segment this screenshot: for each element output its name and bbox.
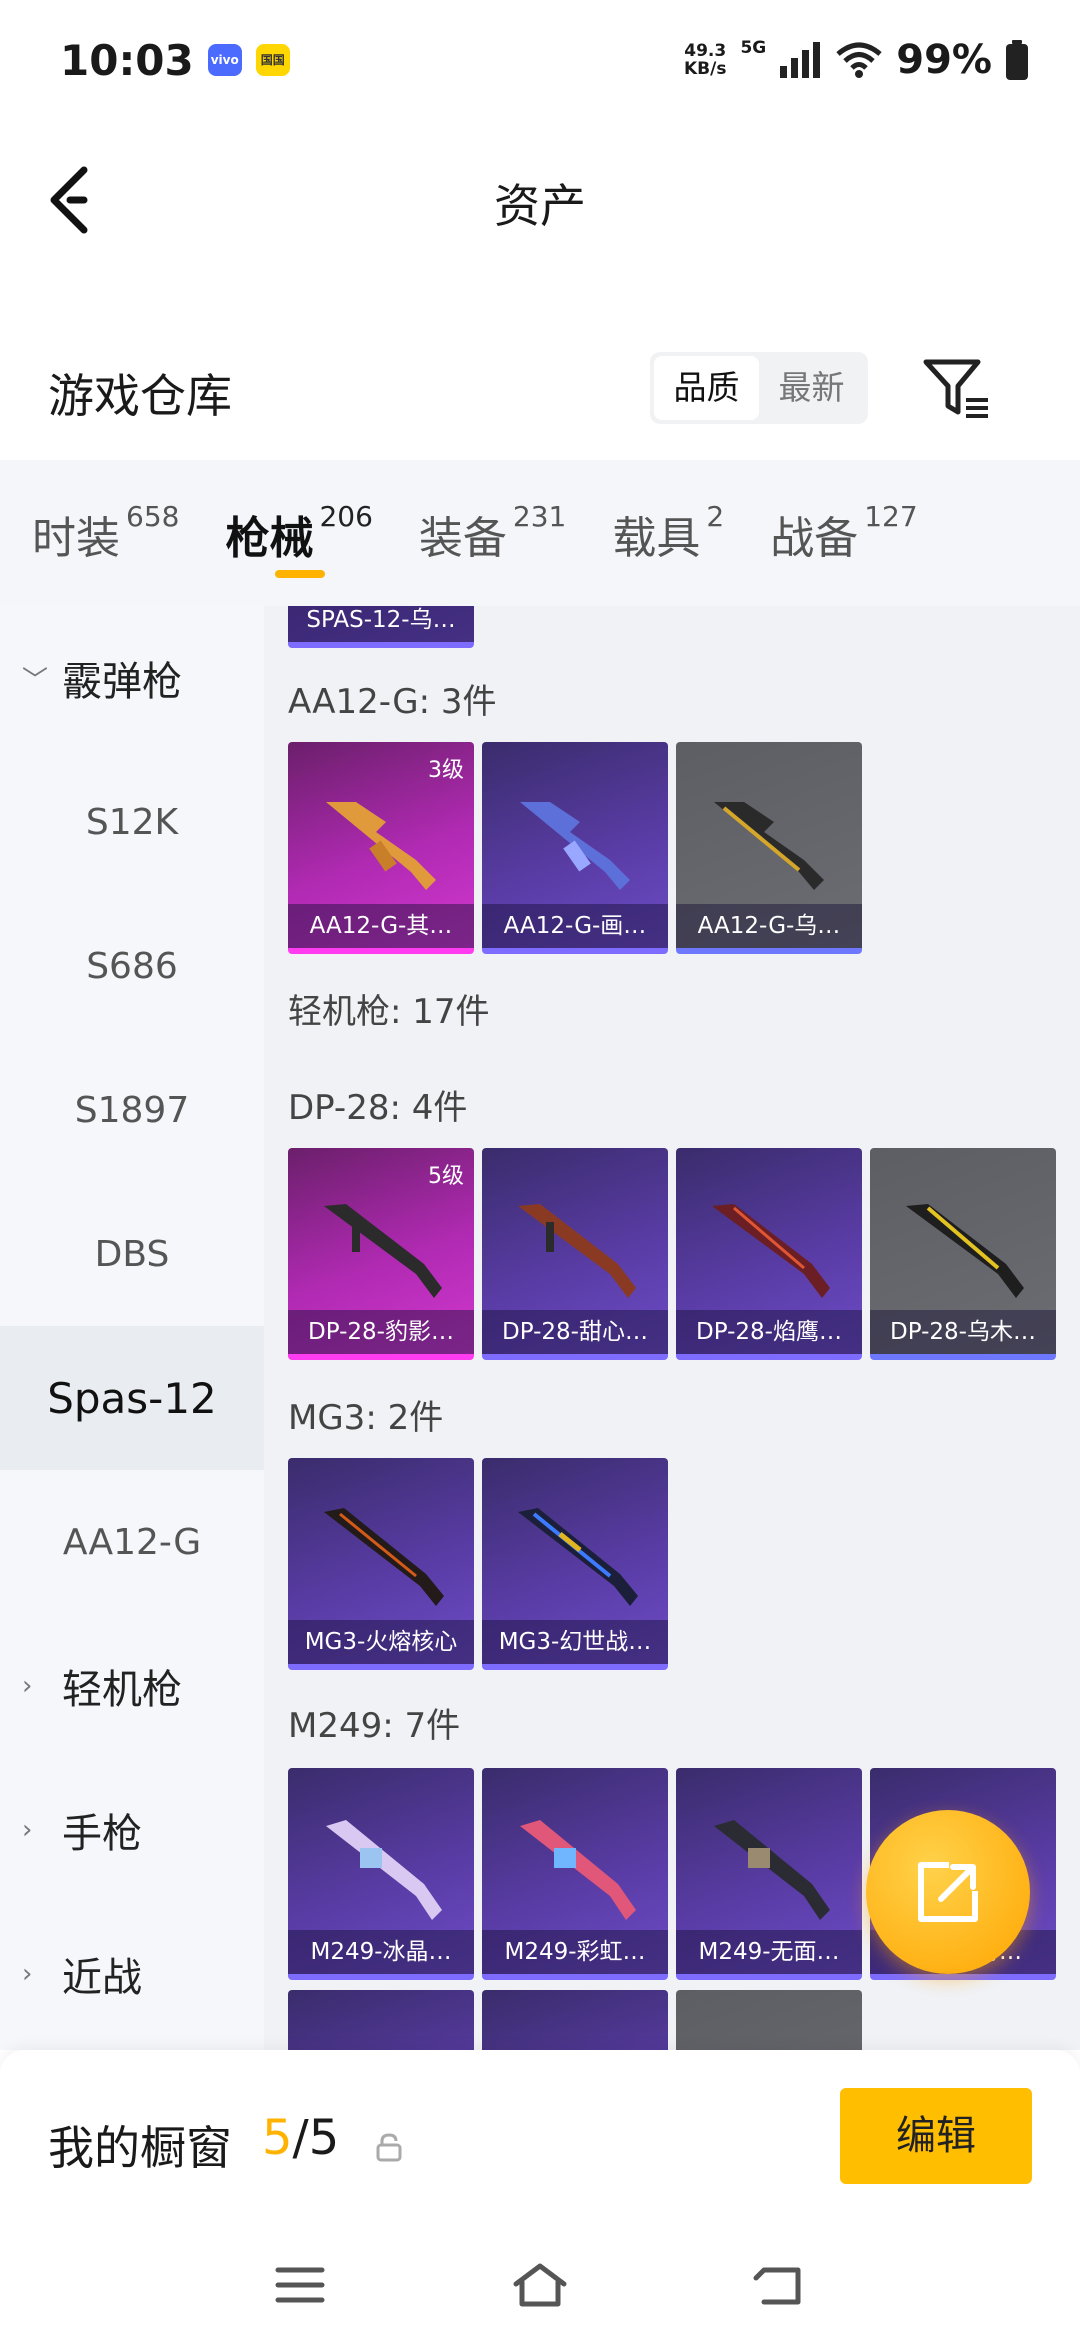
weapon-card[interactable] <box>288 1990 474 2050</box>
weapon-card[interactable]: DP-28-焰鹰… <box>676 1148 862 1360</box>
warehouse-header: 游戏仓库 品质 最新 <box>0 340 1080 460</box>
warehouse-title: 游戏仓库 <box>48 369 232 423</box>
tab-firearms[interactable]: 枪械 206 <box>225 460 373 606</box>
machine-gun-icon <box>324 1508 444 1606</box>
machine-gun-icon <box>714 1820 830 1920</box>
share-icon <box>918 1862 978 1922</box>
shotgun-icon <box>520 802 630 890</box>
weapon-card[interactable]: 3级 AA12-G-其… <box>288 742 474 954</box>
section-header-lmg: 轻机枪: 17件 <box>288 992 490 1032</box>
share-button[interactable] <box>866 1810 1030 1974</box>
sidebar-group-lmg[interactable]: › 轻机枪 <box>0 1614 264 1758</box>
sidebar-group-pistol[interactable]: › 手枪 <box>0 1758 264 1902</box>
network-type: 5G <box>740 38 767 58</box>
machine-gun-icon <box>712 1204 830 1298</box>
vivo-badge-icon: vivo <box>207 44 242 76</box>
tab-fashion[interactable]: 时装 658 <box>32 460 179 606</box>
weapon-card[interactable]: 5级 DP-28-豹影… <box>288 1148 474 1360</box>
weapon-card[interactable]: DP-28-甜心… <box>482 1148 668 1360</box>
tab-equipment[interactable]: 装备 231 <box>419 460 566 606</box>
shotgun-icon <box>714 802 824 890</box>
sidebar-item-aa12g[interactable]: AA12-G <box>0 1470 264 1614</box>
machine-gun-icon <box>324 1204 442 1298</box>
sort-latest-button[interactable]: 最新 <box>759 356 864 420</box>
nav-bar: 资产 <box>0 120 1080 280</box>
tab-vehicles[interactable]: 载具 2 <box>612 460 724 606</box>
sidebar-item-dbs[interactable]: DBS <box>0 1182 264 1326</box>
chevron-right-icon: › <box>22 1815 33 1845</box>
net-speed: 49.3 KB/s <box>683 41 727 79</box>
sort-toggle: 品质 最新 <box>650 352 868 424</box>
sidebar-group-shotgun[interactable]: ﹀ 霰弹枪 <box>0 606 264 750</box>
machine-gun-icon <box>518 1204 636 1298</box>
weapon-card[interactable]: MG3-火熔核心 <box>288 1458 474 1670</box>
weapon-card[interactable]: M249-无面… <box>676 1768 862 1980</box>
battery-icon <box>1006 40 1028 80</box>
weapon-card[interactable]: M249-彩虹… <box>482 1768 668 1980</box>
category-tabs: 时装 658 枪械 206 装备 231 载具 2 战备 127 <box>0 460 1080 606</box>
system-nav-bar <box>0 2220 1080 2344</box>
sidebar-item-spas12[interactable]: Spas-12 <box>0 1326 264 1470</box>
weapon-card[interactable] <box>482 1990 668 2050</box>
chevron-right-icon: › <box>22 1959 33 1989</box>
weapon-type-sidebar: ﹀ 霰弹枪 S12K S686 S1897 DBS Spas-12 AA12-G … <box>0 606 264 2050</box>
chevron-right-icon: › <box>22 1671 33 1701</box>
signal-icon <box>780 42 821 78</box>
weapon-card[interactable]: M249-冰晶… <box>288 1768 474 1980</box>
lock-icon <box>376 2133 402 2162</box>
machine-gun-icon <box>518 1508 638 1606</box>
home-icon[interactable] <box>510 2260 570 2310</box>
sidebar-group-melee[interactable]: › 近战 <box>0 1902 264 2046</box>
section-header-m249: M249: 7件 <box>288 1706 461 1746</box>
tab-supplies[interactable]: 战备 127 <box>770 460 917 606</box>
edit-button[interactable]: 编辑 <box>840 2088 1032 2184</box>
battery-level: 99% <box>896 37 992 83</box>
chevron-down-icon: ﹀ <box>22 665 49 696</box>
weapon-card[interactable]: MG3-幻世战… <box>482 1458 668 1670</box>
section-header-aa12g: AA12-G: 3件 <box>288 682 497 722</box>
machine-gun-icon <box>520 1820 636 1920</box>
app-badge-icon: 国国 <box>255 44 290 76</box>
section-header-mg3: MG3: 2件 <box>288 1398 444 1438</box>
machine-gun-icon <box>906 1204 1024 1298</box>
back-icon[interactable] <box>750 2260 810 2310</box>
weapon-card[interactable]: SPAS-12-乌… <box>288 606 474 648</box>
status-bar: 10:03 vivo 国国 49.3 KB/s 5G 99% <box>0 0 1080 120</box>
sidebar-item-s686[interactable]: S686 <box>0 894 264 1038</box>
showcase-title: 我的橱窗 <box>48 2121 232 2175</box>
machine-gun-icon <box>326 1820 442 1920</box>
sidebar-item-s1897[interactable]: S1897 <box>0 1038 264 1182</box>
weapon-card[interactable]: DP-28-乌木… <box>870 1148 1056 1360</box>
menu-icon[interactable] <box>270 2260 330 2310</box>
section-header-dp28: DP-28: 4件 <box>288 1088 468 1128</box>
clock: 10:03 <box>60 35 194 85</box>
weapon-card[interactable]: AA12-G-画… <box>482 742 668 954</box>
sort-quality-button[interactable]: 品质 <box>654 356 759 420</box>
showcase-count: 5/5 <box>262 2110 340 2166</box>
weapon-card[interactable]: AA12-G-乌… <box>676 742 862 954</box>
weapon-card[interactable] <box>676 1990 862 2050</box>
sidebar-item-s12k[interactable]: S12K <box>0 750 264 894</box>
wifi-icon <box>836 42 882 78</box>
page-title: 资产 <box>494 179 586 233</box>
shotgun-icon <box>326 802 436 890</box>
filter-icon[interactable] <box>920 354 992 422</box>
showcase-panel: 我的橱窗 5/5 编辑 <box>0 2050 1080 2220</box>
